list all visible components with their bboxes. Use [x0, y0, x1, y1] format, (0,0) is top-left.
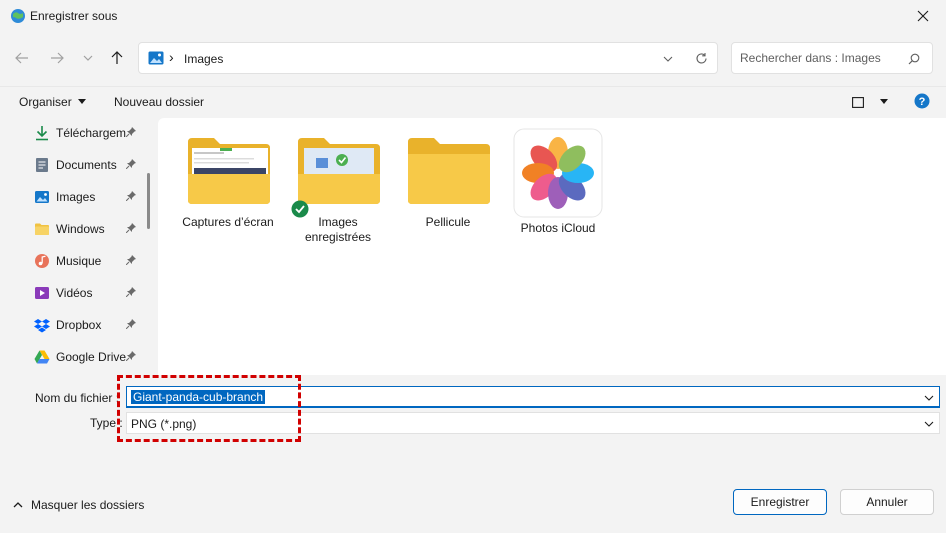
sidebar-item-videos[interactable]: Vidéos	[34, 282, 154, 304]
address-bar[interactable]: › Images	[138, 42, 718, 74]
save-dialog-icon	[10, 8, 26, 24]
document-icon	[36, 158, 48, 172]
cancel-button[interactable]: Annuler	[840, 489, 934, 515]
pin-icon[interactable]	[126, 255, 136, 265]
folder-pellicule[interactable]: Pellicule	[400, 134, 496, 230]
recent-locations-button[interactable]	[75, 45, 101, 71]
chevron-down-icon[interactable]	[663, 54, 673, 64]
folder-label: Captures d’écran	[182, 215, 274, 229]
sidebar-item-dropbox[interactable]: Dropbox	[34, 314, 154, 336]
sidebar-item-label: Documents	[56, 158, 117, 172]
search-box[interactable]	[731, 42, 933, 74]
help-button[interactable]: ?	[914, 93, 930, 112]
hide-folders-label: Masquer les dossiers	[31, 498, 145, 512]
pin-icon[interactable]	[126, 159, 136, 169]
chevron-down-icon[interactable]	[924, 393, 934, 403]
pin-icon[interactable]	[126, 351, 136, 361]
folder-label: Pellicule	[425, 215, 471, 229]
window-title: Enregistrer sous	[30, 9, 118, 23]
sidebar-item-google-drive[interactable]: Google Drive	[34, 346, 154, 368]
arrow-up-icon	[111, 51, 123, 64]
caret-down-icon	[77, 99, 86, 104]
new-folder-button[interactable]: Nouveau dossier	[114, 93, 204, 111]
google-drive-icon	[34, 350, 50, 364]
sidebar-item-label: Téléchargem	[56, 126, 126, 140]
download-icon	[36, 126, 48, 141]
chevron-down-icon	[924, 421, 934, 427]
forward-button[interactable]	[44, 45, 70, 71]
sidebar-item-label: Vidéos	[56, 286, 93, 300]
new-folder-label: Nouveau dossier	[114, 95, 205, 109]
folder-captures-ecran[interactable]: Captures d’écran	[180, 134, 276, 230]
picture-icon	[35, 191, 49, 203]
pin-icon[interactable]	[126, 319, 136, 329]
sidebar-item-windows[interactable]: Windows	[34, 218, 154, 240]
folder-label: Images enregistrées	[304, 215, 372, 244]
sidebar-item-music[interactable]: Musique	[34, 250, 154, 272]
dropbox-icon	[34, 319, 50, 333]
sidebar-scrollbar[interactable]	[147, 173, 150, 229]
toolbar-divider	[0, 86, 946, 87]
search-icon	[908, 53, 920, 65]
hide-folders-button[interactable]: Masquer les dossiers	[13, 498, 144, 512]
arrow-left-icon	[15, 52, 28, 64]
svg-text:?: ?	[919, 96, 926, 108]
arrow-right-icon	[51, 52, 64, 64]
sidebar-item-downloads[interactable]: Téléchargem	[34, 122, 154, 144]
sidebar-item-label: Dropbox	[56, 318, 102, 332]
chevron-down-icon	[83, 55, 93, 61]
folder-images-enregistrees[interactable]: Images enregistrées	[290, 134, 386, 245]
pin-icon[interactable]	[126, 287, 136, 297]
close-icon	[917, 10, 929, 22]
caret-down-icon	[880, 99, 888, 104]
file-list: Captures d’écran Images enregistrées Pel…	[158, 118, 946, 375]
music-icon	[35, 254, 49, 268]
pin-icon[interactable]	[126, 127, 136, 137]
search-input[interactable]	[740, 51, 900, 65]
organize-label: Organiser	[19, 95, 72, 109]
breadcrumb-item-images[interactable]: Images	[184, 52, 223, 66]
sidebar-item-label: Google Drive	[56, 350, 127, 364]
sidebar-item-images[interactable]: Images	[34, 186, 154, 208]
sidebar-item-documents[interactable]: Documents	[34, 154, 154, 176]
video-icon	[35, 287, 49, 299]
folder-photos-icloud[interactable]: Photos iCloud	[510, 128, 606, 236]
pin-icon[interactable]	[126, 191, 136, 201]
folder-label: Photos iCloud	[520, 221, 596, 235]
folder-icon	[35, 223, 49, 235]
sidebar-item-label: Windows	[56, 222, 105, 236]
refresh-icon[interactable]	[695, 52, 708, 65]
chevron-up-icon	[13, 502, 23, 508]
highlight-annotation	[117, 375, 301, 442]
filename-label: Nom du fichier :	[35, 391, 120, 405]
folder-icon	[298, 138, 380, 204]
close-button[interactable]	[900, 0, 946, 32]
up-button[interactable]	[104, 45, 130, 71]
sidebar-item-label: Images	[56, 190, 96, 204]
sidebar-item-label: Musique	[56, 254, 102, 268]
view-options-button[interactable]	[852, 93, 888, 111]
title-bar	[0, 0, 946, 32]
folder-icon	[408, 138, 490, 204]
back-button[interactable]	[9, 45, 35, 71]
organize-button[interactable]: Organiser	[19, 93, 86, 111]
sync-ok-icon	[291, 200, 309, 218]
navigation-pane: Téléchargem Documents Images Windows Mus…	[0, 118, 158, 375]
pin-icon[interactable]	[126, 223, 136, 233]
save-button[interactable]: Enregistrer	[733, 489, 827, 515]
photos-icloud-icon	[513, 128, 603, 218]
view-icon	[852, 96, 864, 108]
help-icon: ?	[914, 93, 930, 109]
picture-icon	[148, 51, 164, 65]
breadcrumb-separator: ›	[169, 49, 174, 65]
folder-icon	[188, 138, 270, 204]
